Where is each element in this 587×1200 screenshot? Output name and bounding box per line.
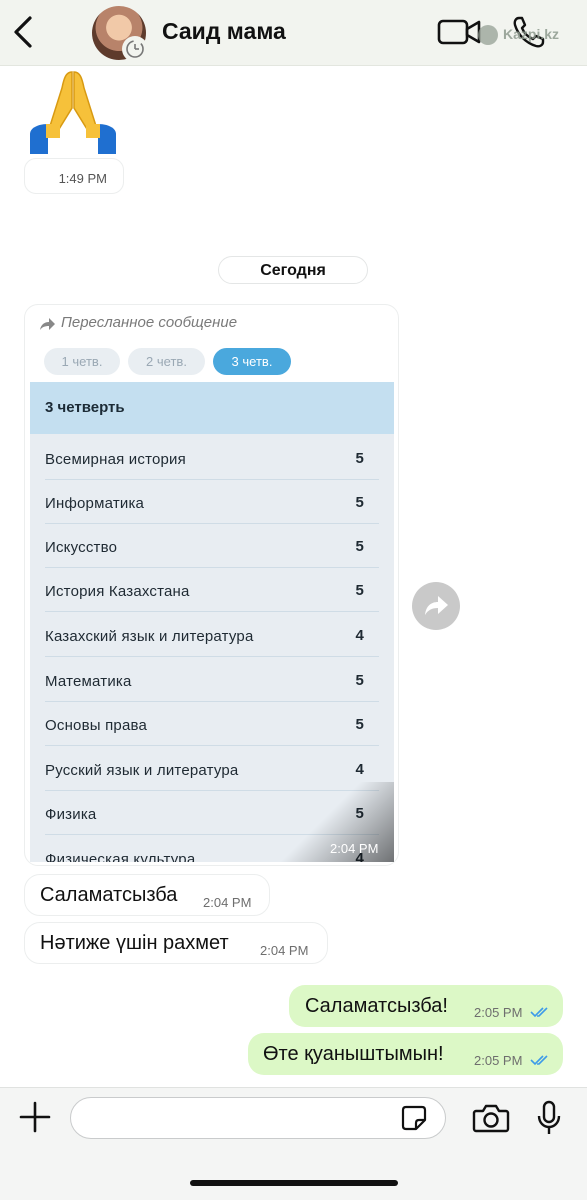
date-separator: Сегодня [218, 256, 368, 284]
message-text: Саламатсызба! [305, 995, 448, 1017]
subject-name: Информатика [45, 495, 145, 512]
grade-value: 4 [355, 627, 364, 644]
watermark-logo-icon [478, 25, 498, 45]
grades-table: 3 четверть Всемирная история 5 Информатик… [30, 382, 394, 862]
message-text: Саламатсызба [40, 884, 178, 906]
message-text: Өте қуаныштымын! [263, 1043, 444, 1065]
table-row: Казахский язык и литература 4 [45, 613, 379, 657]
disappearing-timer-icon [122, 36, 148, 62]
subject-name: Математика [45, 673, 132, 690]
forwarded-arrow-icon [40, 318, 55, 330]
subject-name: История Казахстана [45, 583, 190, 600]
chat-header [0, 0, 587, 66]
video-call-icon[interactable] [437, 17, 481, 47]
grade-value: 5 [355, 450, 364, 467]
forwarded-message-time: 2:04 PM [330, 841, 379, 856]
grade-value: 4 [355, 761, 364, 778]
subject-name: Физическая культура [45, 851, 196, 862]
plus-icon[interactable] [18, 1100, 52, 1134]
forwarded-label: Пересланное сообщение [61, 314, 238, 331]
message-time: 1:49 PM [58, 171, 107, 186]
tab-quarter-3: 3 четв. [213, 348, 291, 375]
praying-hands-emoji-icon [30, 71, 116, 154]
microphone-icon[interactable] [536, 1100, 562, 1136]
back-arrow-icon[interactable] [10, 14, 38, 50]
grades-heading: 3 четверть [30, 382, 394, 434]
subject-name: Казахский язык и литература [45, 628, 254, 645]
contact-name[interactable]: Саид мама [162, 18, 286, 45]
subject-name: Русский язык и литература [45, 762, 239, 779]
camera-icon[interactable] [472, 1102, 510, 1134]
subject-name: Искусство [45, 539, 118, 556]
message-time: 2:04 PM [203, 895, 252, 910]
read-receipt-icon [530, 1007, 548, 1018]
table-row: История Казахстана 5 [45, 568, 379, 612]
home-indicator [190, 1180, 398, 1186]
table-row: Основы права 5 [45, 702, 379, 746]
watermark-text: Kazpi.kz [503, 26, 560, 42]
message-input[interactable] [70, 1097, 446, 1139]
sticker-icon[interactable] [400, 1104, 428, 1132]
table-row: Всемирная история 5 [45, 436, 379, 480]
grade-value: 5 [355, 494, 364, 511]
subject-name: Всемирная история [45, 451, 186, 468]
emoji-message-time: 1:49 PM [24, 158, 124, 194]
subject-name: Основы права [45, 717, 148, 734]
message-time: 2:05 PM [474, 1053, 523, 1068]
message-text: Нәтиже үшін рахмет [40, 932, 229, 954]
forward-button[interactable] [412, 582, 460, 630]
grade-value: 5 [355, 672, 364, 689]
grade-value: 5 [355, 582, 364, 599]
tab-quarter-1: 1 четв. [44, 348, 120, 375]
read-receipt-icon [530, 1055, 548, 1066]
table-row: Искусство 5 [45, 524, 379, 568]
share-arrow-icon [425, 596, 448, 615]
grade-value: 5 [355, 716, 364, 733]
message-time: 2:05 PM [474, 1005, 523, 1020]
subject-name: Физика [45, 806, 97, 823]
table-row: Информатика 5 [45, 480, 379, 524]
table-row: Математика 5 [45, 658, 379, 702]
tab-quarter-2: 2 четв. [128, 348, 205, 375]
message-time: 2:04 PM [260, 943, 309, 958]
grade-value: 5 [355, 538, 364, 555]
